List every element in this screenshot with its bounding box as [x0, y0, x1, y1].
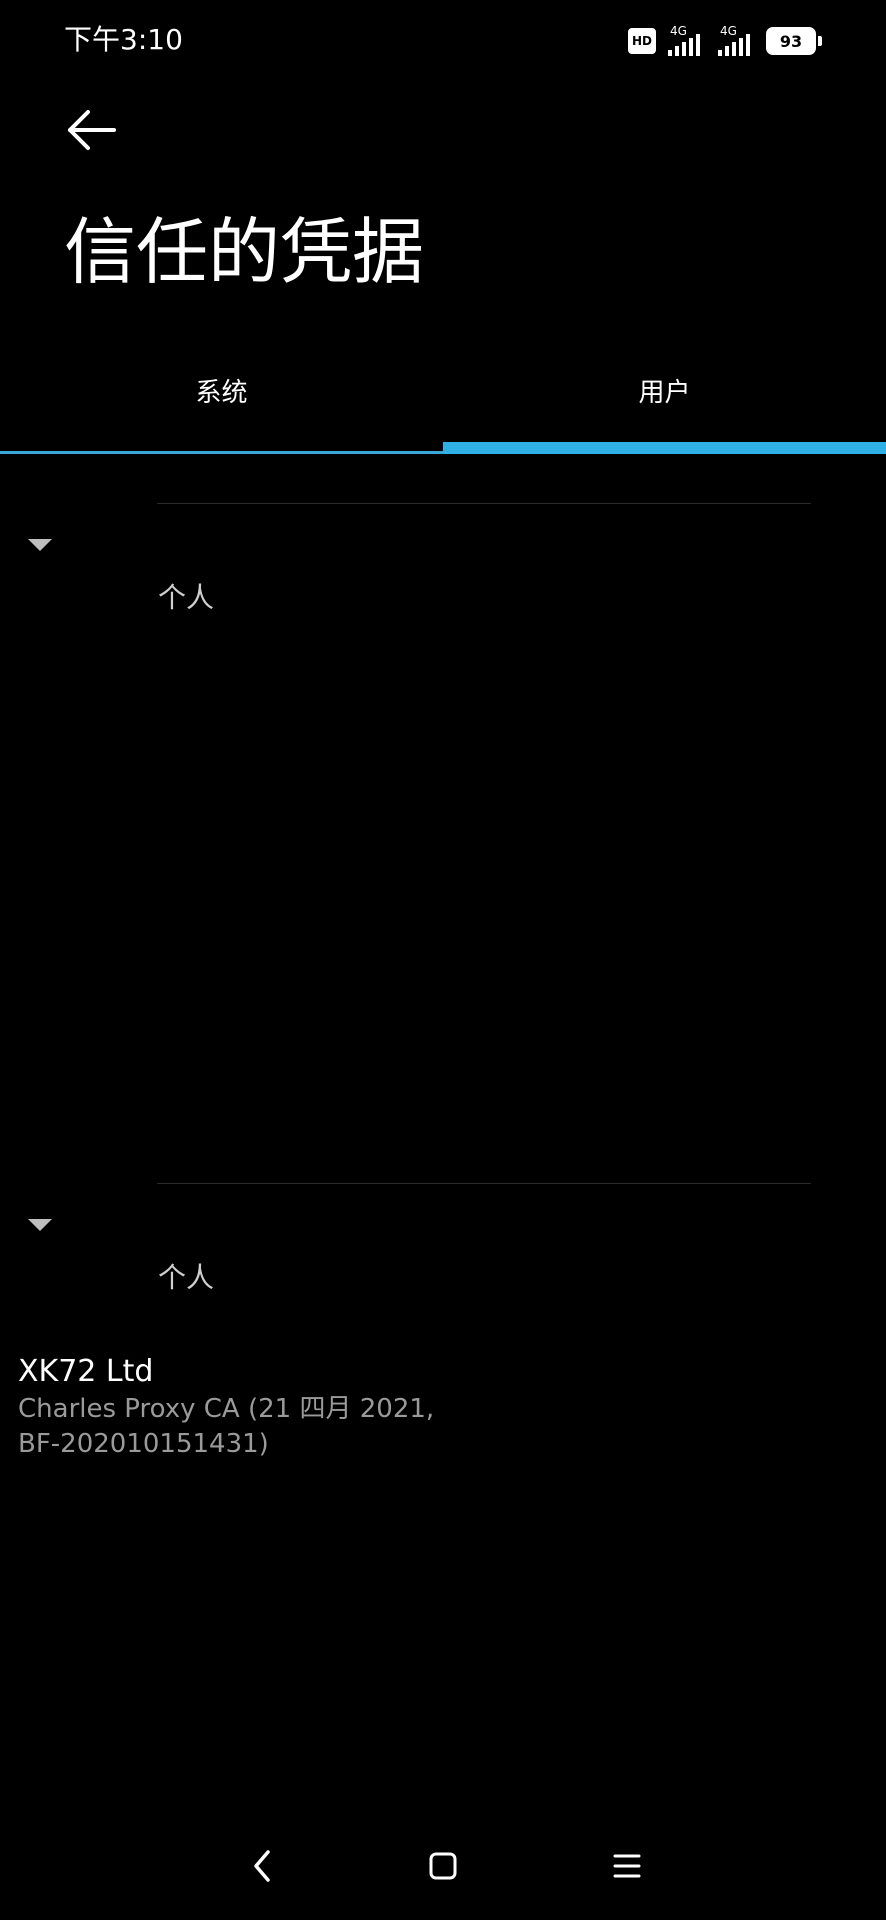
certificate-detail-line2: BF-202010151431): [18, 1429, 269, 1459]
battery-level: 93: [766, 27, 816, 55]
tab-system-label: 系统: [195, 377, 248, 408]
tab-user[interactable]: 用户: [443, 350, 886, 430]
section-label-personal: 个人: [158, 581, 215, 614]
page-title: 信任的凭据: [64, 210, 425, 294]
expand-arrow-icon[interactable]: [28, 538, 52, 552]
certificate-list-item[interactable]: XK72 Ltd Charles Proxy CA (21 四月 2021, B…: [0, 1340, 886, 1460]
status-icons: HD 4G 4G 93: [628, 24, 822, 58]
divider: [157, 1183, 811, 1184]
expand-arrow-icon[interactable]: [28, 1218, 52, 1232]
divider: [157, 503, 811, 504]
nav-back-icon[interactable]: [232, 1840, 292, 1892]
tab-indicator-selected: [443, 442, 886, 454]
certificate-organization: XK72 Ltd: [18, 1354, 154, 1389]
hd-icon: HD: [628, 28, 656, 54]
certificate-detail: Charles Proxy CA (21 四月 2021, BF-2020101…: [18, 1392, 538, 1462]
signal-icon-1: 4G: [666, 24, 706, 56]
nav-home-icon[interactable]: [413, 1840, 473, 1892]
tab-underline: [0, 451, 443, 454]
section-label-personal: 个人: [158, 1261, 215, 1294]
status-time: 下午3:10: [64, 23, 183, 56]
signal-icon-2: 4G: [716, 24, 756, 56]
battery-icon: 93: [766, 27, 822, 55]
certificate-detail-line1: Charles Proxy CA (21 四月 2021,: [18, 1394, 435, 1424]
tab-user-label: 用户: [638, 377, 691, 408]
tab-system[interactable]: 系统: [0, 350, 443, 430]
back-arrow-icon[interactable]: [64, 104, 120, 156]
nav-menu-icon[interactable]: [597, 1840, 657, 1892]
